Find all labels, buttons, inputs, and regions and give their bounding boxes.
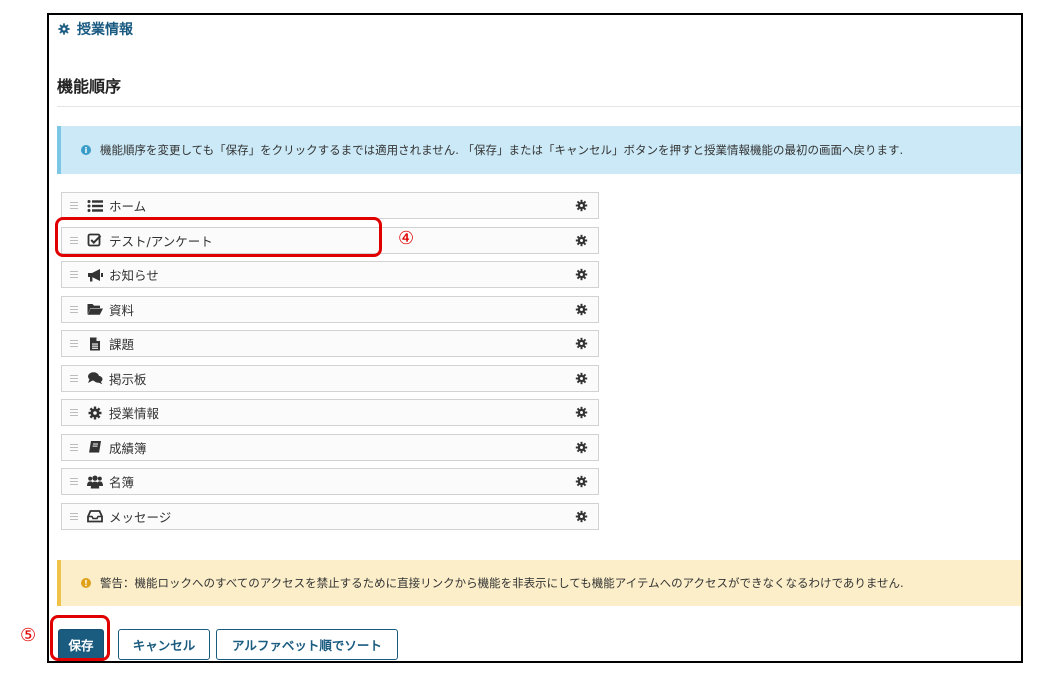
sort-alphabetical-button[interactable]: アルファベット順でソート (216, 629, 398, 660)
warning-alert: ! 警告：機能ロックへのすべてのアクセスを禁止するために直接リンクから機能を非表… (57, 560, 1021, 606)
tool-settings-icon[interactable] (575, 337, 588, 350)
megaphone-icon (87, 268, 103, 282)
drag-handle-icon[interactable] (70, 409, 78, 416)
tool-settings-icon[interactable] (575, 234, 588, 247)
drag-handle-icon[interactable] (70, 305, 78, 313)
inbox-icon (87, 509, 103, 523)
tool-label: お知らせ (109, 268, 159, 283)
drag-handle-icon[interactable] (70, 271, 78, 278)
info-text: 機能順序を変更しても「保存」をクリックするまでは適用されません. 「保存」または… (100, 143, 904, 157)
gear-icon (87, 406, 103, 420)
book-icon (87, 440, 103, 454)
gear-icon (58, 23, 70, 35)
tool-row[interactable]: 授業情報 (61, 399, 599, 426)
annotation-step5-label: ⑤ (20, 625, 37, 646)
section-title: 授業情報 (77, 22, 133, 38)
tool-settings-icon[interactable] (575, 510, 588, 523)
tool-settings-icon[interactable] (575, 199, 588, 212)
comments-icon (87, 371, 103, 385)
tool-row[interactable]: 課題 (61, 330, 599, 357)
file-text-icon (87, 337, 103, 351)
divider (57, 106, 1021, 107)
info-icon: i (81, 145, 91, 155)
folder-open-icon (87, 302, 103, 316)
tool-label: 名簿 (109, 475, 135, 490)
annotation-step4-label: ④ (398, 228, 415, 249)
tool-settings-icon[interactable] (575, 372, 588, 385)
tool-row[interactable]: 資料 (61, 295, 599, 323)
drag-handle-icon[interactable] (70, 512, 78, 520)
tool-row[interactable]: メッセージ (61, 502, 599, 530)
tool-label: 資料 (109, 302, 135, 318)
tool-row[interactable]: 名簿 (61, 468, 599, 495)
info-alert: i 機能順序を変更しても「保存」をクリックするまでは適用されません. 「保存」ま… (57, 126, 1021, 174)
tool-label: 授業情報 (109, 406, 160, 421)
tool-row[interactable]: 成績簿 (61, 433, 599, 461)
tool-row[interactable]: お知らせ (61, 261, 599, 288)
tool-row[interactable]: ホーム (61, 192, 599, 219)
tool-label: 成績簿 (109, 440, 147, 456)
tool-settings-icon[interactable] (575, 475, 588, 488)
cancel-button[interactable]: キャンセル (118, 629, 210, 660)
tool-row[interactable]: 掲示板 (61, 364, 599, 392)
tool-label: ホーム (109, 199, 147, 214)
warning-text: 警告：機能ロックへのすべてのアクセスを禁止するために直接リンクから機能を非表示に… (100, 576, 904, 590)
page-frame: 授業情報 機能順序 i 機能順序を変更しても「保存」をクリックするまでは適用され… (47, 13, 1023, 663)
drag-handle-icon[interactable] (70, 340, 78, 347)
drag-handle-icon[interactable] (70, 374, 78, 382)
drag-handle-icon[interactable] (70, 443, 78, 451)
tool-label: 課題 (109, 337, 135, 352)
tool-label: メッセージ (109, 509, 172, 525)
drag-handle-icon[interactable] (70, 478, 78, 485)
annotation-highlight-step5 (50, 615, 110, 661)
page-title: 機能順序 (57, 77, 122, 96)
tool-settings-icon[interactable] (575, 303, 588, 316)
tool-settings-icon[interactable] (575, 406, 588, 419)
warning-icon: ! (81, 578, 91, 588)
annotation-highlight-step4 (55, 217, 382, 257)
users-icon (87, 475, 103, 489)
list-icon (87, 199, 103, 213)
tool-settings-icon[interactable] (575, 268, 588, 281)
drag-handle-icon[interactable] (70, 202, 78, 209)
tool-settings-icon[interactable] (575, 441, 588, 454)
tool-label: 掲示板 (109, 371, 147, 387)
section-header: 授業情報 (58, 18, 133, 40)
